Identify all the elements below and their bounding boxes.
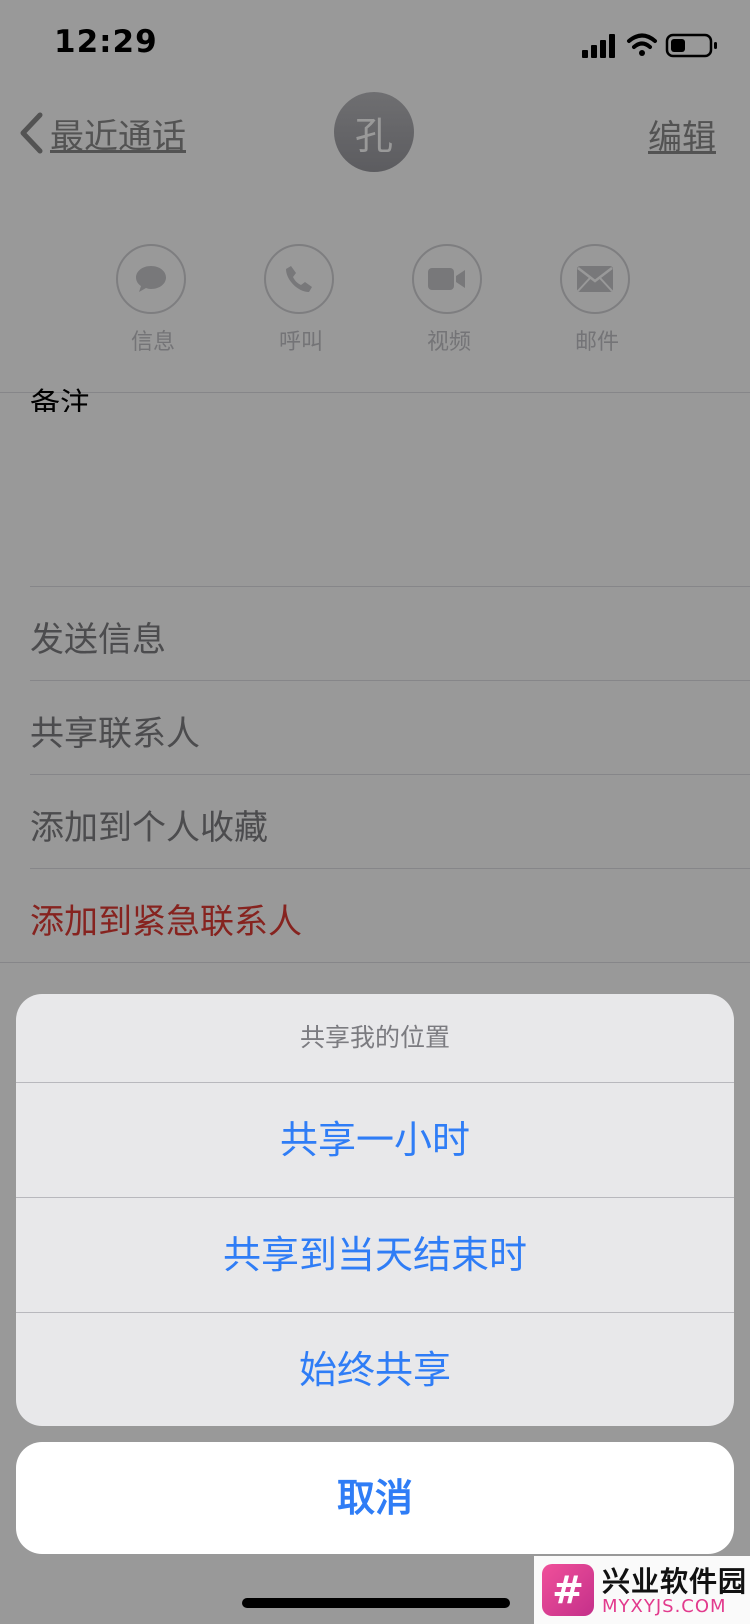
watermark-logo: # (542, 1564, 594, 1616)
share-one-hour-button[interactable]: 共享一小时 (16, 1083, 734, 1197)
home-indicator[interactable] (242, 1598, 510, 1608)
sheet-title: 共享我的位置 (299, 1023, 450, 1052)
watermark: # 兴业软件园 MYXYJS.COM (534, 1556, 750, 1624)
watermark-title: 兴业软件园 (602, 1565, 748, 1598)
cancel-button[interactable]: 取消 (16, 1442, 734, 1554)
watermark-url: MYXYJS.COM (602, 1596, 727, 1617)
share-location-sheet: 共享我的位置 共享一小时 共享到当天结束时 始终共享 (16, 994, 734, 1426)
share-until-end-of-day-button[interactable]: 共享到当天结束时 (16, 1198, 734, 1312)
share-indefinitely-button[interactable]: 始终共享 (16, 1313, 734, 1426)
